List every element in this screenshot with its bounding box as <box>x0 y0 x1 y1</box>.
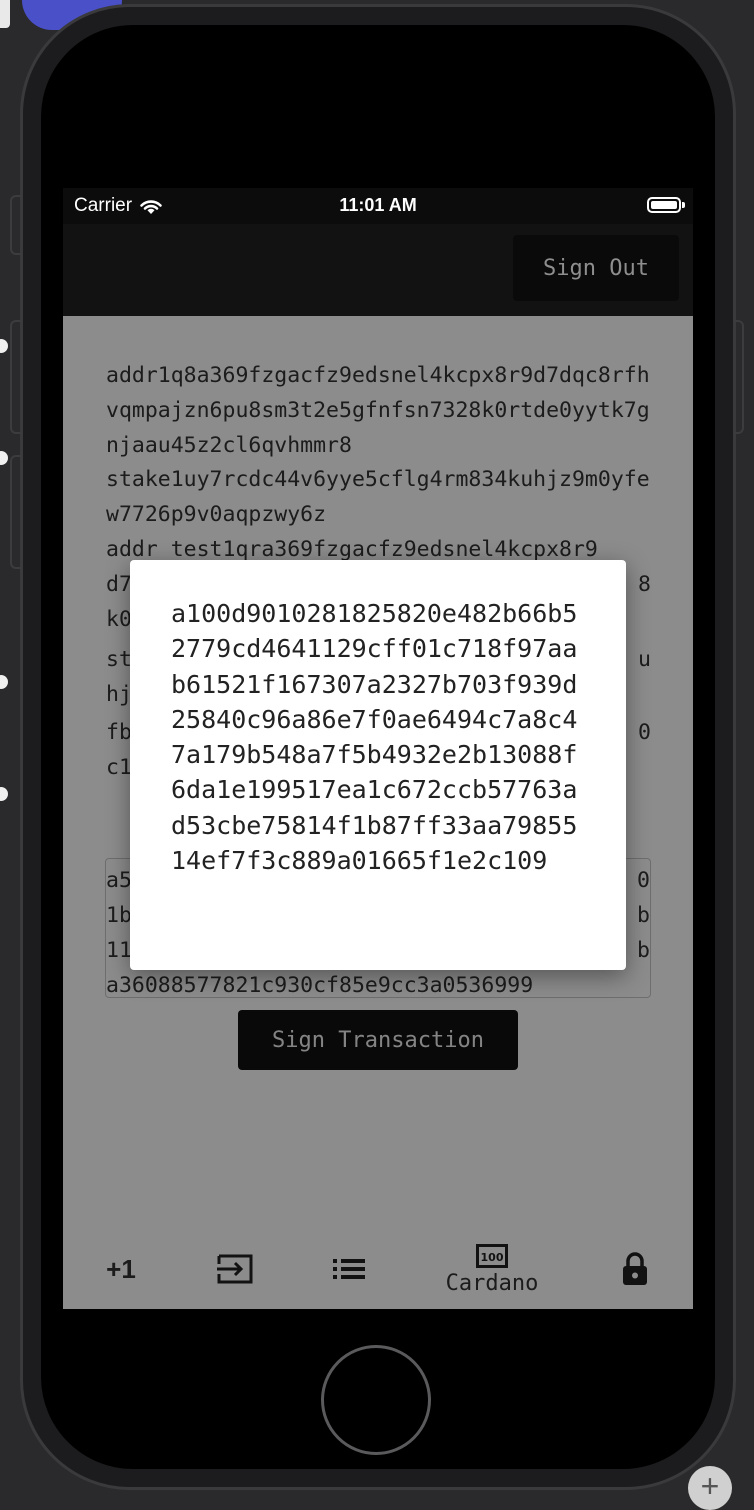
top-nav-bar: Sign Out <box>63 224 693 316</box>
indicator-dot <box>0 675 8 689</box>
clock: 11:01 AM <box>339 195 417 215</box>
volume-down-button <box>10 455 22 569</box>
signed-transaction-dialog: a100d9010281825820e482b66b52779cd4641129… <box>130 560 626 970</box>
home-button[interactable] <box>321 1345 431 1455</box>
signed-transaction-hex: a100d9010281825820e482b66b52779cd4641129… <box>171 599 578 876</box>
sign-out-button[interactable]: Sign Out <box>513 235 679 301</box>
add-icon[interactable]: + <box>688 1466 732 1510</box>
indicator-dot <box>0 451 8 465</box>
indicator-dot <box>0 787 8 801</box>
battery-tip <box>682 202 685 208</box>
power-button <box>734 320 744 434</box>
volume-up-button <box>10 320 22 434</box>
simulator-edge <box>0 0 10 28</box>
status-bar: Carrier 11:01 AM <box>63 188 693 224</box>
mute-switch <box>10 195 22 255</box>
indicator-dot <box>0 339 8 353</box>
battery-icon <box>647 197 681 213</box>
